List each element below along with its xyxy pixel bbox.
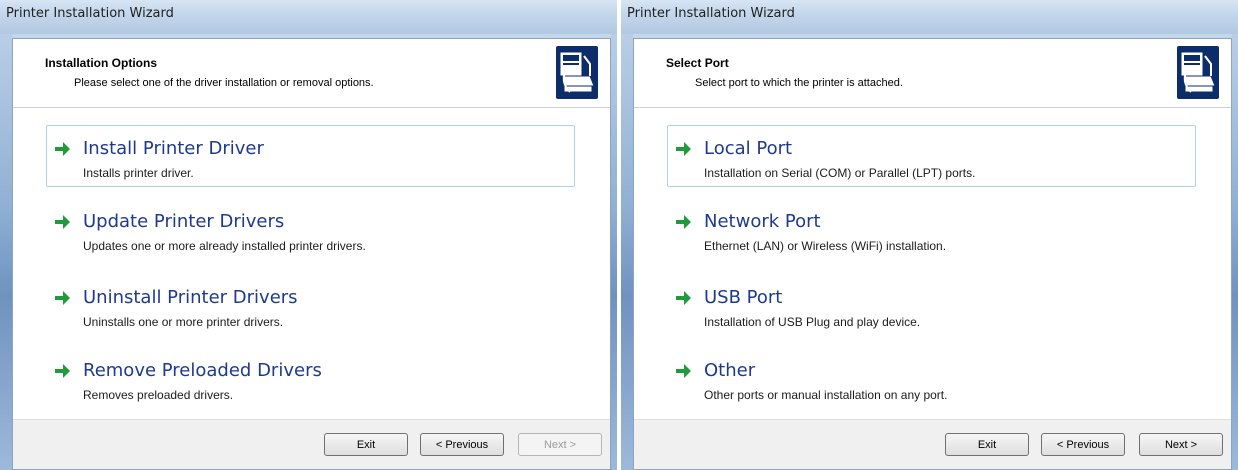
exit-button[interactable]: Exit	[945, 433, 1029, 456]
green-right-arrow-icon	[55, 215, 70, 229]
printer-wizard-icon	[556, 46, 598, 99]
title-bar[interactable]: Printer Installation Wizard	[621, 0, 1238, 34]
option-update-printer-drivers[interactable]: Update Printer Drivers Updates one or mo…	[46, 198, 575, 260]
options-list: Local Port Installation on Serial (COM) …	[634, 108, 1231, 419]
option-remove-preloaded-drivers[interactable]: Remove Preloaded Drivers Removes preload…	[46, 347, 575, 409]
options-list: Install Printer Driver Installs printer …	[13, 108, 610, 419]
option-local-port[interactable]: Local Port Installation on Serial (COM) …	[667, 125, 1196, 187]
option-description: Removes preloaded drivers.	[83, 388, 234, 402]
green-right-arrow-icon	[676, 364, 691, 378]
option-label: Uninstall Printer Drivers	[83, 287, 298, 308]
header-subtitle: Select port to which the printer is atta…	[695, 77, 903, 89]
title-bar[interactable]: Printer Installation Wizard	[0, 0, 617, 34]
option-install-printer-driver[interactable]: Install Printer Driver Installs printer …	[46, 125, 575, 187]
option-label: Other	[704, 360, 756, 381]
next-button[interactable]: Next >	[1139, 433, 1223, 456]
previous-button[interactable]: < Previous	[420, 433, 504, 456]
next-button: Next >	[518, 433, 602, 456]
window-title: Printer Installation Wizard	[6, 6, 174, 21]
option-description: Ethernet (LAN) or Wireless (WiFi) instal…	[704, 239, 947, 253]
option-other[interactable]: Other Other ports or manual installation…	[667, 347, 1196, 409]
option-label: Update Printer Drivers	[83, 211, 285, 232]
wizard-header: Installation Options Please select one o…	[13, 39, 610, 108]
option-label: Install Printer Driver	[83, 138, 264, 159]
window-title: Printer Installation Wizard	[627, 6, 795, 21]
previous-button[interactable]: < Previous	[1041, 433, 1125, 456]
option-network-port[interactable]: Network Port Ethernet (LAN) or Wireless …	[667, 198, 1196, 260]
option-label: Network Port	[704, 211, 821, 232]
wizard-footer: Exit < Previous Next >	[13, 419, 610, 469]
option-label: Local Port	[704, 138, 793, 159]
green-right-arrow-icon	[55, 291, 70, 305]
option-label: Remove Preloaded Drivers	[83, 360, 322, 381]
wizard-window-installation-options: Printer Installation Wizard Installation…	[0, 0, 617, 470]
option-label: USB Port	[704, 287, 783, 308]
option-description: Installation on Serial (COM) or Parallel…	[704, 166, 976, 180]
option-description: Uninstalls one or more printer drivers.	[83, 315, 284, 329]
option-description: Installation of USB Plug and play device…	[704, 315, 921, 329]
green-right-arrow-icon	[55, 364, 70, 378]
wizard-window-select-port: Printer Installation Wizard Select Port …	[621, 0, 1238, 470]
header-title: Select Port	[666, 56, 729, 70]
green-right-arrow-icon	[676, 291, 691, 305]
option-uninstall-printer-drivers[interactable]: Uninstall Printer Drivers Uninstalls one…	[46, 274, 575, 336]
printer-wizard-icon	[1177, 46, 1219, 99]
option-description: Other ports or manual installation on an…	[704, 388, 948, 402]
exit-button[interactable]: Exit	[324, 433, 408, 456]
green-right-arrow-icon	[676, 142, 691, 156]
window-frame-left	[621, 34, 633, 470]
header-subtitle: Please select one of the driver installa…	[74, 77, 374, 89]
header-title: Installation Options	[45, 56, 158, 70]
window-frame-right	[1232, 34, 1238, 470]
wizard-footer: Exit < Previous Next >	[634, 419, 1231, 469]
wizard-client-area: Installation Options Please select one o…	[12, 38, 611, 470]
window-frame-left	[0, 34, 12, 470]
option-description: Installs printer driver.	[83, 166, 194, 180]
green-right-arrow-icon	[55, 142, 70, 156]
window-frame-right	[611, 34, 617, 470]
green-right-arrow-icon	[676, 215, 691, 229]
option-description: Updates one or more already installed pr…	[83, 239, 366, 253]
wizard-client-area: Select Port Select port to which the pri…	[633, 38, 1232, 470]
option-usb-port[interactable]: USB Port Installation of USB Plug and pl…	[667, 274, 1196, 336]
wizard-header: Select Port Select port to which the pri…	[634, 39, 1231, 108]
